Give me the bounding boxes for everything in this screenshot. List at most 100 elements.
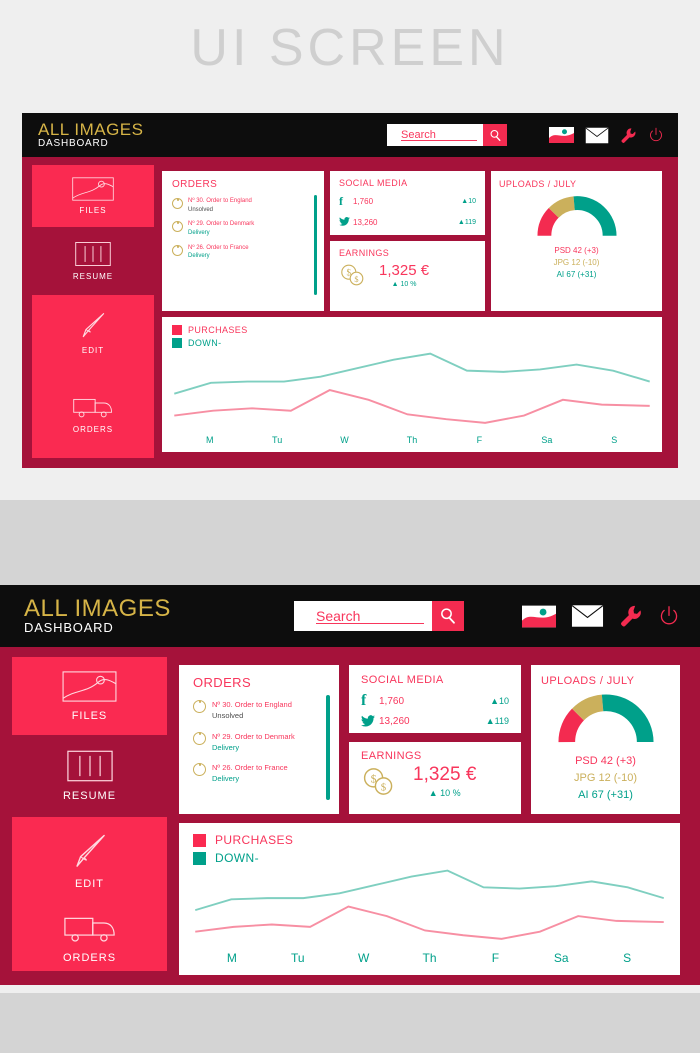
legend-ai: AI 67 (+31) xyxy=(556,270,597,279)
orders-list: Nº 30. Order to England Unsolved Nº 29. … xyxy=(172,197,316,261)
uploads-card: UPLOADS / JULY PSD 42 (+3) JPG 12 (-10) … xyxy=(531,665,680,815)
legend-psd: PSD 42 (+3) xyxy=(575,755,636,767)
sidebar-item-label: RESUME xyxy=(62,790,117,802)
app-header: ALL IMAGES DASHBOARD Search xyxy=(0,585,700,647)
power-icon-button[interactable] xyxy=(648,127,664,143)
uploads-legend: PSD 42 (+3) JPG 12 (-10) AI 67 (+31) xyxy=(541,753,670,804)
x-tick: W xyxy=(340,435,349,445)
legend-down: DOWN- xyxy=(172,338,652,348)
wrench-icon xyxy=(621,127,636,143)
social-row-facebook: f 1,760 ▲10 xyxy=(361,692,509,710)
twitter-delta: ▲119 xyxy=(485,716,509,726)
sidebar-item-resume[interactable]: RESUME xyxy=(32,227,154,295)
earnings-value: 1,325 € xyxy=(379,262,430,279)
sidebar-item-label: FILES xyxy=(71,709,108,722)
list-item[interactable]: Nº 26. Order to France Delivery xyxy=(172,244,316,261)
power-icon xyxy=(660,606,678,625)
orders-scrollbar[interactable] xyxy=(326,695,330,800)
social-card-title: SOCIAL MEDIA xyxy=(361,674,444,686)
legend-label: PURCHASES xyxy=(188,325,248,335)
twitter-value: 13,260 xyxy=(379,715,410,727)
search-button[interactable] xyxy=(432,601,464,631)
social-media-card: SOCIAL MEDIA f 1,760 ▲10 13,260 ▲119 xyxy=(349,665,521,733)
facebook-icon: f xyxy=(339,194,343,208)
dashboard-main: ALL IMAGES DASHBOARD Search FILES RESUME… xyxy=(0,585,700,985)
pen-icon xyxy=(75,834,105,867)
social-row-facebook: f 1,760 ▲10 xyxy=(339,194,476,209)
sidebar-item-edit[interactable]: EDIT xyxy=(32,295,154,370)
power-icon xyxy=(650,127,662,142)
twitter-icon xyxy=(361,715,379,727)
mail-icon xyxy=(585,126,609,144)
image-icon xyxy=(522,605,556,627)
sidebar-item-resume[interactable]: RESUME xyxy=(12,735,167,817)
list-item[interactable]: Nº 30. Order to England Unsolved xyxy=(172,197,316,214)
pen-icon xyxy=(82,312,105,337)
chart-x-axis: M Tu W Th F Sa S xyxy=(193,951,666,969)
x-tick: Th xyxy=(406,435,418,445)
search-button[interactable] xyxy=(483,124,507,146)
coins-icon: $ $ xyxy=(341,264,364,286)
search-underline xyxy=(316,623,424,624)
avatar-icon xyxy=(193,763,206,776)
twitter-icon xyxy=(339,213,353,231)
brand-subtitle: DASHBOARD xyxy=(38,138,109,150)
mail-icon-button[interactable] xyxy=(571,604,604,628)
wrench-icon-button[interactable] xyxy=(619,604,643,628)
avatar-icon xyxy=(193,700,206,713)
image-icon-button[interactable] xyxy=(549,127,574,143)
order-title: Nº 30. Order to England xyxy=(188,198,252,204)
uploads-card: UPLOADS / JULY PSD 42 (+3) JPG 12 (-10) … xyxy=(491,171,662,311)
sidebar-item-files[interactable]: FILES xyxy=(32,165,154,227)
order-text: Nº 30. Order to England Unsolved xyxy=(188,197,252,214)
list-item[interactable]: Nº 26. Order to France Delivery xyxy=(193,762,329,785)
order-status: Unsolved xyxy=(212,711,244,721)
sidebar-item-files[interactable]: FILES xyxy=(12,657,167,735)
mail-icon-button[interactable] xyxy=(585,126,609,144)
earnings-card-title: EARNINGS xyxy=(339,248,390,258)
sidebar-item-orders[interactable]: ORDERS xyxy=(12,905,167,971)
wrench-icon-button[interactable] xyxy=(620,127,637,144)
list-item[interactable]: Nº 29. Order to Denmark Delivery xyxy=(193,731,329,754)
earnings-delta: ▲ 10 % xyxy=(391,281,417,288)
orders-scrollbar[interactable] xyxy=(314,195,317,295)
sidebar-item-edit[interactable]: EDIT xyxy=(12,817,167,905)
order-status: Unsolved xyxy=(188,206,214,213)
earnings-values: 1,325 € ▲ 10 % xyxy=(413,764,476,798)
uploads-card-title: UPLOADS / JULY xyxy=(499,179,577,189)
image-file-icon xyxy=(72,177,114,201)
order-status: Delivery xyxy=(188,230,210,237)
uploads-legend: PSD 42 (+3) JPG 12 (-10) AI 67 (+31) xyxy=(499,245,654,281)
search-box[interactable]: Search xyxy=(387,124,507,146)
power-icon-button[interactable] xyxy=(658,605,680,627)
x-tick: F xyxy=(491,950,500,965)
twitter-delta: ▲119 xyxy=(457,218,476,226)
orders-card: ORDERS Nº 30. Order to England Unsolved xyxy=(179,665,339,815)
sidebar-item-orders[interactable]: ORDERS xyxy=(32,370,154,458)
search-box[interactable]: Search xyxy=(294,601,464,631)
facebook-delta: ▲10 xyxy=(461,198,476,205)
list-item[interactable]: Nº 30. Order to England Unsolved xyxy=(193,699,329,722)
search-input[interactable]: Search xyxy=(387,124,483,146)
legend-purchases: PURCHASES xyxy=(172,325,652,335)
series-down xyxy=(195,869,664,912)
page-title: UI SCREEN xyxy=(190,19,510,77)
list-item[interactable]: Nº 29. Order to Denmark Delivery xyxy=(172,220,316,237)
gauge-chart xyxy=(541,693,670,746)
x-tick: Sa xyxy=(541,435,553,445)
earnings-values: 1,325 € ▲ 10 % xyxy=(379,262,429,288)
order-status: Delivery xyxy=(212,742,240,752)
legend-purchases: PURCHASES xyxy=(193,833,666,847)
gauge-chart xyxy=(499,195,654,239)
earnings-card-title: EARNINGS xyxy=(361,750,422,762)
sidebar-item-label: RESUME xyxy=(72,272,114,281)
earnings-card: EARNINGS $ $ 1,325 € ▲ 10 % xyxy=(349,742,521,815)
columns-icon xyxy=(66,750,113,782)
brand: ALL IMAGES DASHBOARD xyxy=(24,596,171,635)
search-input[interactable]: Search xyxy=(294,601,432,631)
image-icon-button[interactable] xyxy=(522,605,556,628)
columns-icon xyxy=(75,242,111,266)
sidebar-item-label: ORDERS xyxy=(72,424,114,434)
image-file-icon xyxy=(62,670,117,702)
wrench-icon xyxy=(621,605,641,627)
